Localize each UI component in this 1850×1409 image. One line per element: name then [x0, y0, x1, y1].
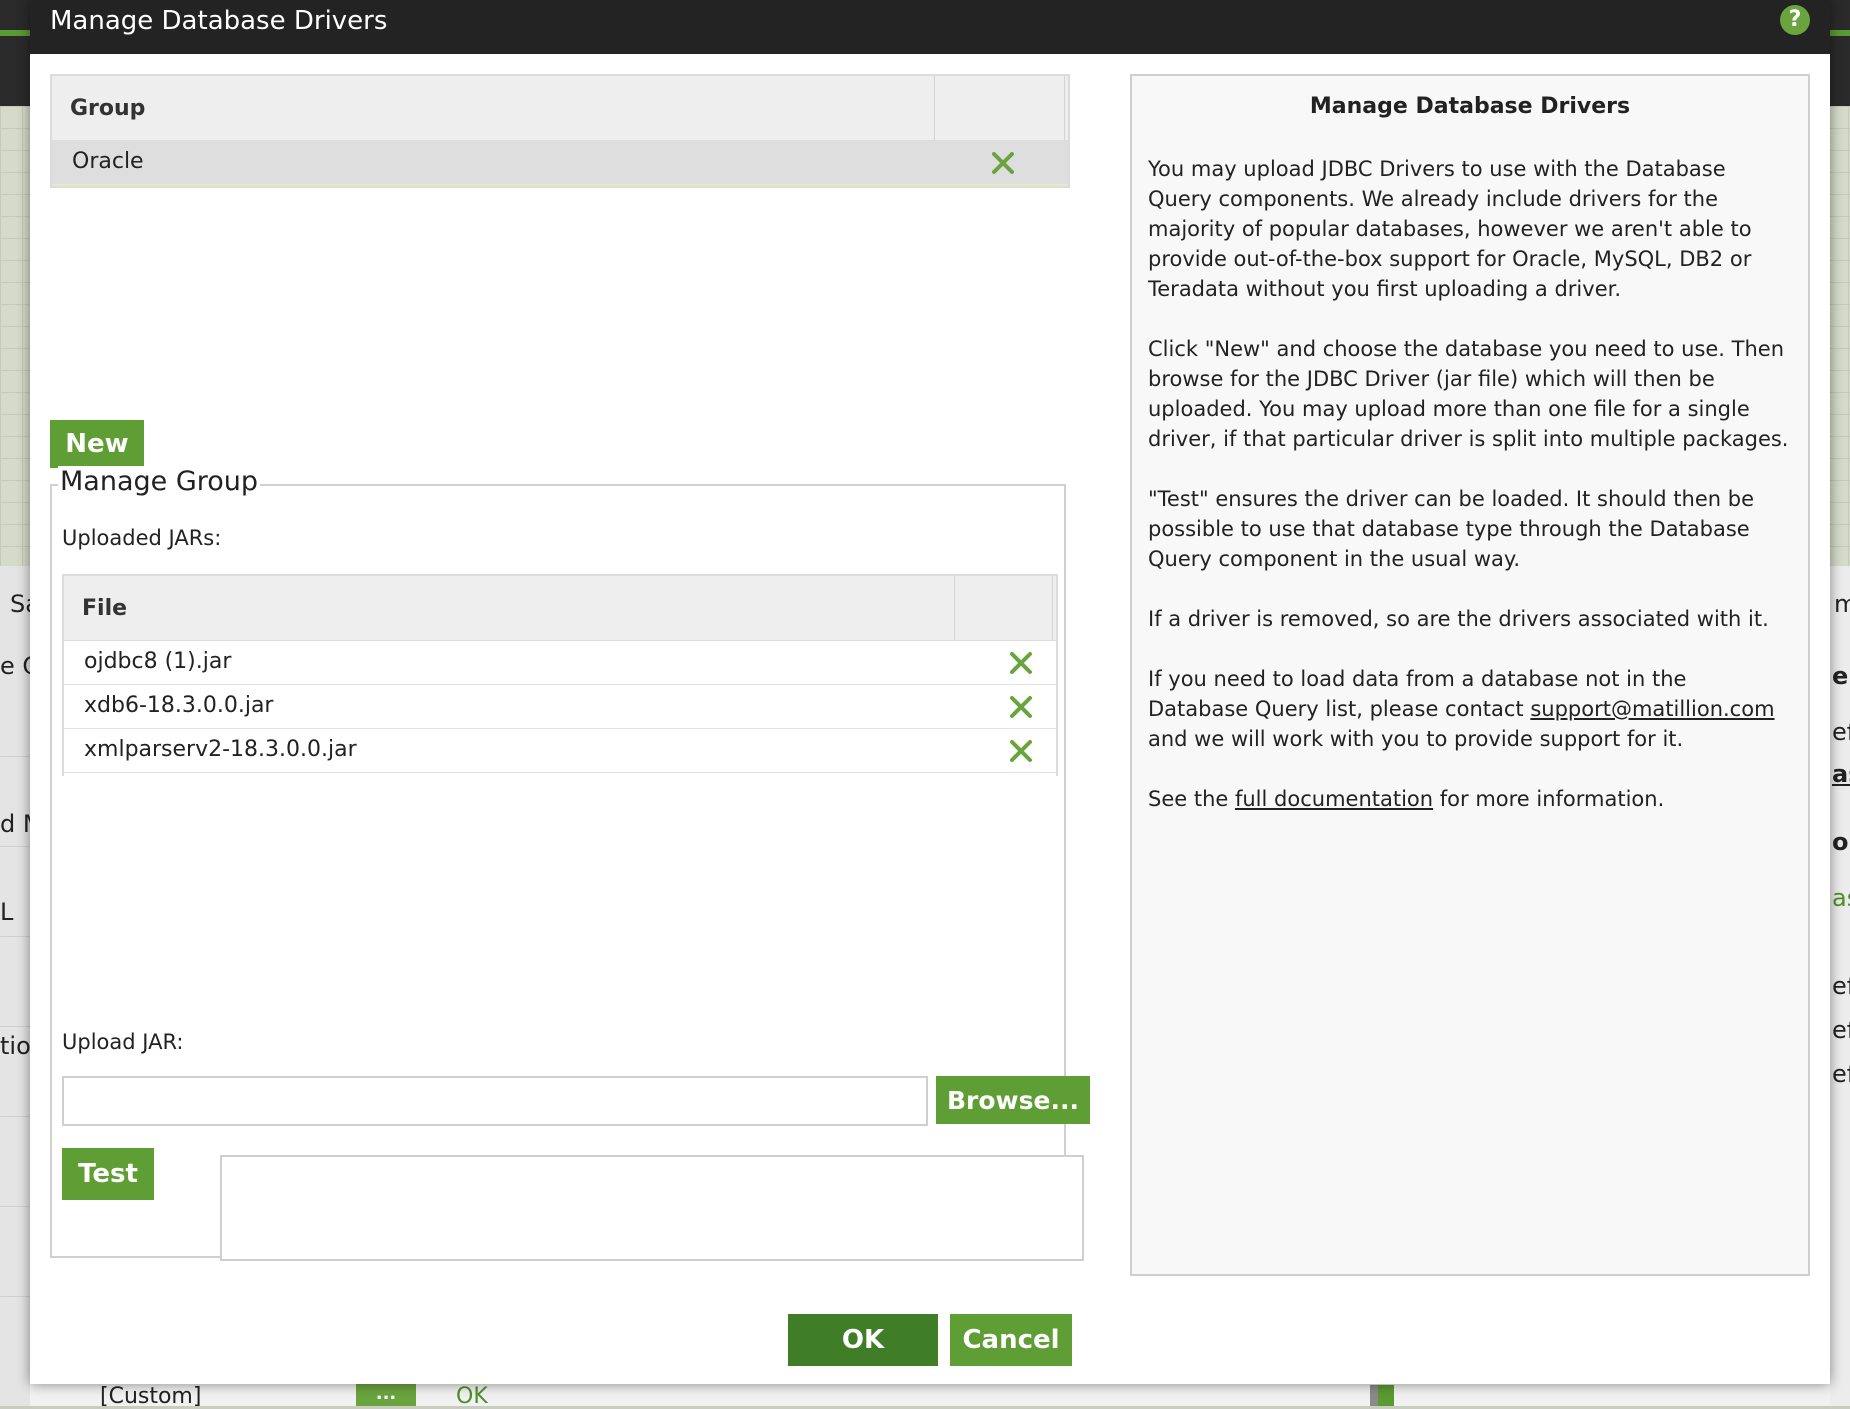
background-divider [0, 1116, 30, 1117]
background-text: as [1832, 760, 1850, 788]
group-table: Group Oracle [50, 74, 1070, 188]
group-column-header: Group [70, 96, 146, 121]
jar-row[interactable]: ojdbc8 (1).jar [64, 641, 1056, 685]
delete-jar-icon[interactable] [1008, 694, 1034, 720]
background-accent-right [1830, 30, 1850, 36]
dialog-titlebar: Manage Database Drivers ? [30, 0, 1830, 54]
uploaded-jars-label: Uploaded JARs: [62, 526, 222, 550]
help-paragraph: Click "New" and choose the database you … [1148, 337, 1789, 451]
dialog-title: Manage Database Drivers [50, 6, 388, 36]
background-divider [0, 936, 30, 937]
background-text: on [1832, 828, 1850, 856]
help-text-fragment: See the [1148, 787, 1235, 811]
ok-button[interactable]: OK [788, 1314, 938, 1366]
group-table-header: Group [52, 76, 1068, 141]
column-separator [1064, 76, 1065, 140]
background-text: L [0, 898, 14, 926]
help-paragraph: If you need to load data from a database… [1148, 664, 1790, 754]
background-text: as [1832, 884, 1850, 912]
background-text: efa [1832, 1060, 1850, 1088]
jar-file-name: xdb6-18.3.0.0.jar [84, 693, 274, 718]
help-paragraph: "Test" ensures the driver can be loaded.… [1148, 487, 1754, 571]
background-status-text: OK [456, 1384, 488, 1409]
documentation-link[interactable]: full documentation [1235, 787, 1433, 811]
test-result-output [220, 1155, 1084, 1261]
help-paragraph: If a driver is removed, so are the drive… [1148, 607, 1769, 631]
delete-jar-icon[interactable] [1008, 650, 1034, 676]
file-table-header: File [64, 576, 1056, 641]
background-text: m [1834, 590, 1850, 618]
background-cell-value: [Custom] [100, 1384, 202, 1409]
manage-drivers-dialog: Manage Database Drivers ? Group Oracle N… [30, 0, 1830, 1384]
background-divider [0, 1026, 30, 1027]
help-text: You may upload JDBC Drivers to use with … [1148, 154, 1790, 844]
cancel-button[interactable]: Cancel [950, 1314, 1072, 1366]
jar-file-table: File ojdbc8 (1).jar xdb6-18.3.0.0.jar xm… [62, 574, 1058, 776]
group-row-oracle[interactable]: Oracle [52, 141, 1068, 186]
file-column-header: File [82, 596, 128, 621]
background-divider [0, 1206, 30, 1207]
background-divider [0, 1296, 30, 1297]
help-icon[interactable]: ? [1780, 5, 1810, 35]
background-accent [0, 30, 30, 36]
jar-row[interactable]: xdb6-18.3.0.0.jar [64, 685, 1056, 729]
jar-row[interactable]: xmlparserv2-18.3.0.0.jar [64, 729, 1056, 773]
new-button[interactable]: New [50, 420, 144, 468]
jar-file-name: ojdbc8 (1).jar [84, 649, 232, 674]
upload-jar-label: Upload JAR: [62, 1030, 184, 1054]
jar-file-name: xmlparserv2-18.3.0.0.jar [84, 737, 357, 762]
background-divider [0, 756, 30, 757]
background-text: efa [1832, 1016, 1850, 1044]
background-divider [0, 846, 30, 847]
group-row-label: Oracle [72, 149, 144, 174]
background-scrollbar [1370, 1385, 1378, 1406]
background-text: efa [1832, 972, 1850, 1000]
column-separator [934, 76, 935, 140]
column-separator [954, 576, 955, 640]
help-paragraph: You may upload JDBC Drivers to use with … [1148, 157, 1752, 301]
support-email-link[interactable]: support@matillion.com [1530, 697, 1774, 721]
test-button[interactable]: Test [62, 1148, 154, 1200]
help-paragraph: See the full documentation for more info… [1148, 784, 1790, 814]
help-text-fragment: and we will work with you to provide sup… [1148, 727, 1684, 751]
delete-jar-icon[interactable] [1008, 738, 1034, 764]
delete-group-icon[interactable] [990, 150, 1016, 176]
background-left-column [0, 566, 30, 1406]
background-scrollbar-accent [1378, 1385, 1394, 1406]
column-separator [1052, 576, 1053, 640]
browse-button[interactable]: Browse... [936, 1076, 1090, 1124]
background-text: tio [0, 1032, 31, 1060]
upload-jar-input[interactable] [62, 1076, 928, 1126]
help-text-fragment: for more information. [1433, 787, 1665, 811]
background-ellipsis-button: ... [356, 1382, 416, 1406]
help-panel: Manage Database Drivers You may upload J… [1130, 74, 1810, 1276]
manage-group-legend: Manage Group [58, 466, 261, 497]
background-text: efa [1832, 718, 1850, 746]
help-title: Manage Database Drivers [1309, 94, 1631, 119]
background-text: ers [1832, 662, 1850, 690]
